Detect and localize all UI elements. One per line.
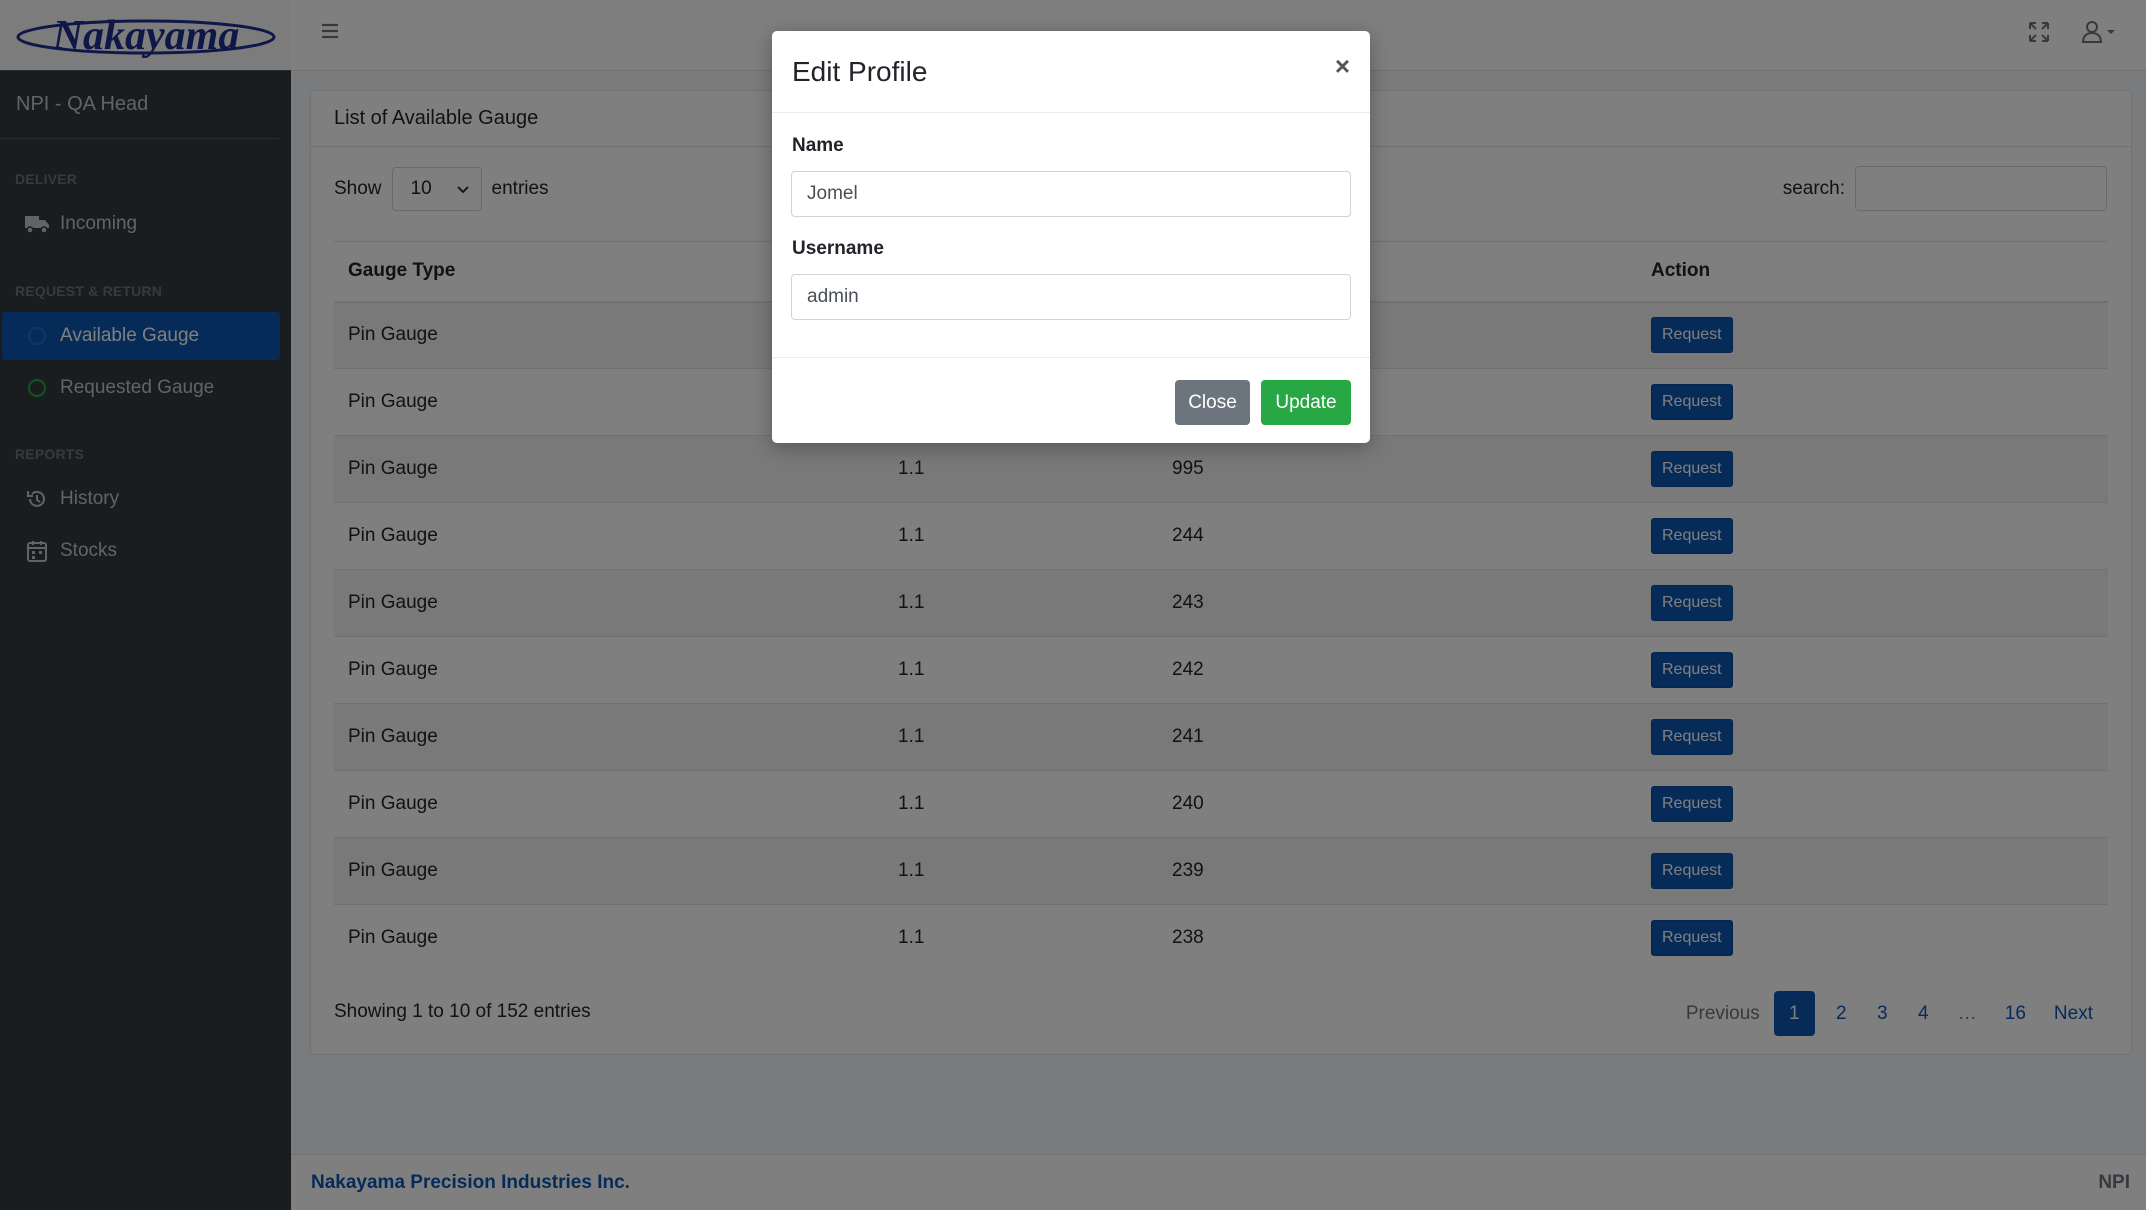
close-button[interactable]: Close xyxy=(1175,380,1250,425)
username-field[interactable]: admin xyxy=(791,274,1351,320)
update-button[interactable]: Update xyxy=(1261,380,1351,425)
name-label: Name xyxy=(792,135,844,156)
modal-header: Edit Profile × xyxy=(772,31,1370,113)
modal-title: Edit Profile xyxy=(792,55,928,87)
edit-profile-modal: Edit Profile × Name Jomel Username admin… xyxy=(772,31,1370,443)
username-field-value: admin xyxy=(807,286,859,307)
name-field[interactable]: Jomel xyxy=(791,171,1351,217)
name-field-value: Jomel xyxy=(807,183,858,204)
close-icon[interactable]: × xyxy=(1335,51,1350,82)
username-label: Username xyxy=(792,238,884,259)
modal-footer: Close Update xyxy=(772,357,1370,443)
